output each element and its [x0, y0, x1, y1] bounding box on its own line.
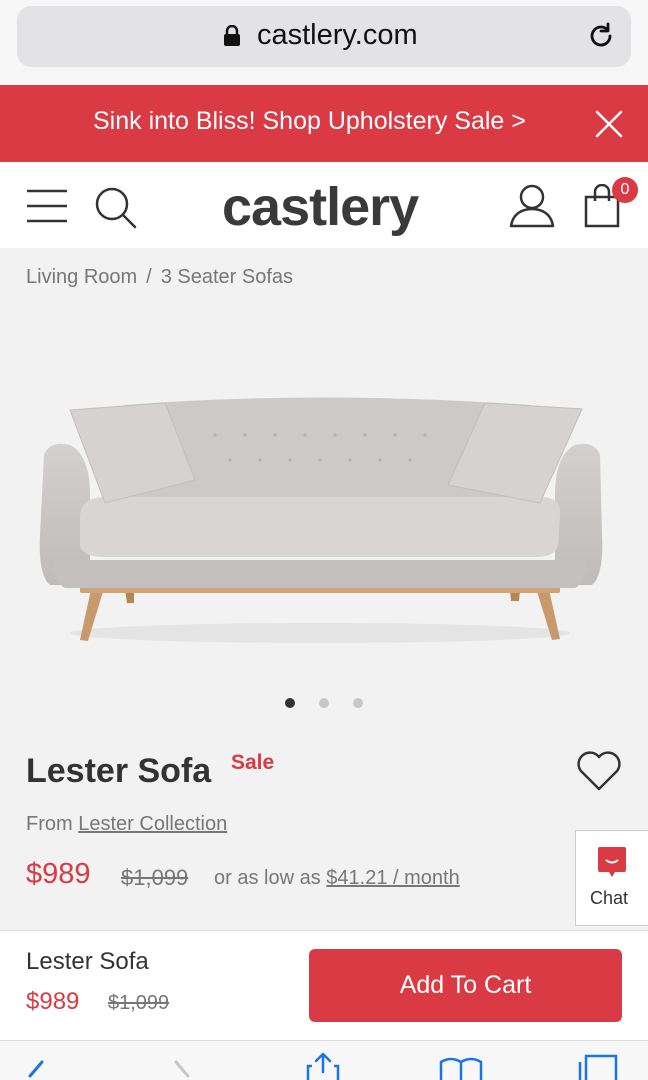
chat-label[interactable]: Chat — [590, 888, 628, 909]
chat-icon[interactable] — [597, 846, 627, 878]
add-to-cart-button[interactable]: Add To Cart — [309, 949, 622, 1022]
product-image[interactable] — [30, 385, 610, 655]
breadcrumb-separator: / — [146, 266, 152, 288]
collection-line: From Lester Collection — [26, 813, 227, 836]
close-icon[interactable] — [594, 109, 624, 139]
menu-icon[interactable] — [26, 188, 68, 224]
search-icon[interactable] — [94, 186, 138, 230]
forward-icon[interactable] — [168, 1060, 198, 1080]
breadcrumb-living-room[interactable]: Living Room — [26, 266, 137, 288]
sticky-price: $989 — [26, 988, 80, 1015]
share-icon[interactable] — [304, 1052, 342, 1080]
carousel-dot-active[interactable] — [285, 698, 295, 708]
installment-line: or as low as $41.21 / month — [214, 867, 460, 890]
castlery-logo[interactable]: castlery — [222, 176, 419, 238]
original-price: $1,099 — [121, 865, 189, 890]
lock-icon — [224, 25, 240, 46]
from-label: From — [26, 813, 73, 835]
chat-widget[interactable] — [575, 830, 648, 926]
url-text[interactable]: castlery.com — [257, 19, 418, 52]
promo-banner[interactable]: Sink into Bliss! Shop Upholstery Sale > — [0, 85, 648, 162]
sale-badge: Sale — [231, 751, 275, 774]
back-icon[interactable] — [20, 1060, 50, 1080]
collection-link[interactable]: Lester Collection — [78, 813, 227, 835]
carousel-dot[interactable] — [319, 698, 329, 708]
promo-text[interactable]: Sink into Bliss! Shop Upholstery Sale > — [93, 107, 526, 136]
heart-icon[interactable] — [576, 750, 622, 792]
cart-count-badge[interactable]: 0 — [612, 177, 638, 203]
product-title: Lester Sofa — [26, 752, 212, 790]
sticky-product-name: Lester Sofa — [26, 948, 149, 975]
reload-icon[interactable] — [586, 21, 616, 51]
account-icon[interactable] — [509, 184, 555, 228]
product-price: $989 — [26, 858, 91, 890]
tabs-icon[interactable] — [576, 1054, 620, 1080]
installment-label: or as low as — [214, 867, 321, 889]
breadcrumb-3-seater-sofas[interactable]: 3 Seater Sofas — [161, 266, 293, 288]
carousel-dot[interactable] — [353, 698, 363, 708]
installment-link[interactable]: $41.21 / month — [326, 867, 459, 889]
breadcrumb: Living Room / 3 Seater Sofas — [26, 266, 293, 289]
bookmarks-icon[interactable] — [438, 1056, 484, 1080]
sticky-original-price: $1,099 — [108, 992, 170, 1014]
